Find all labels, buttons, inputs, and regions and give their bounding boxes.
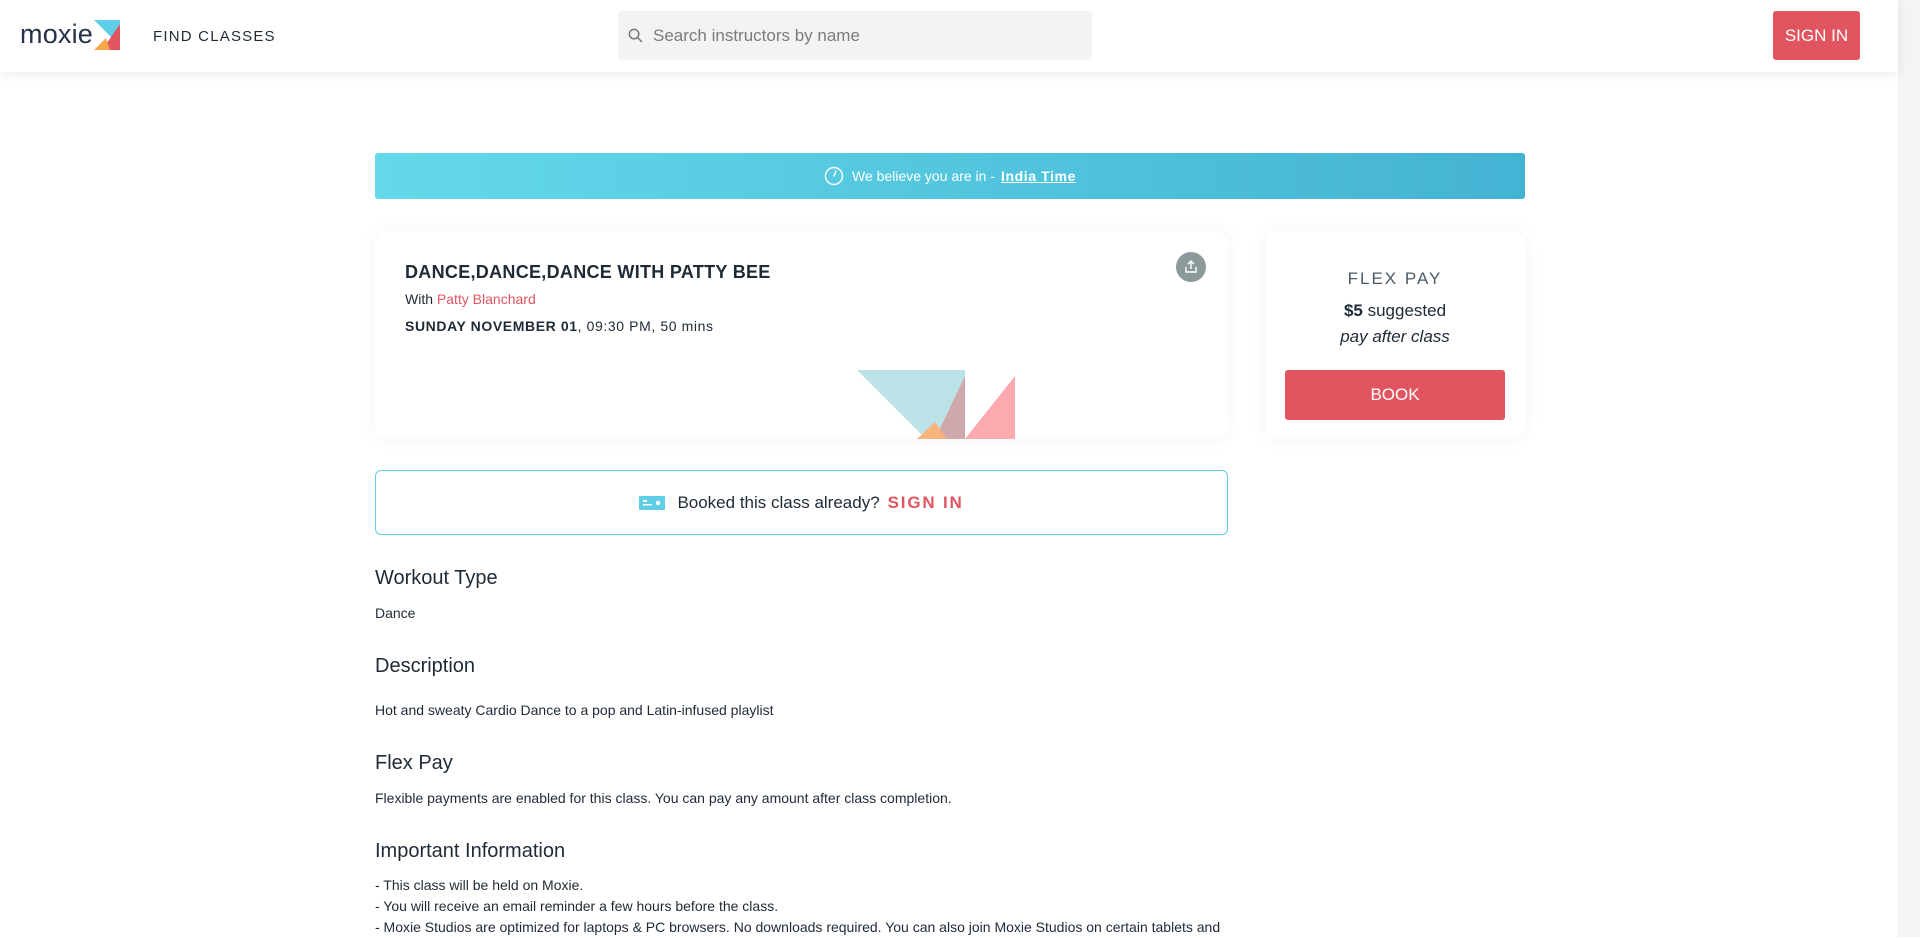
workout-type-value: Dance (375, 605, 416, 621)
moxie-logo[interactable]: moxie (20, 18, 122, 50)
header-signin-button[interactable]: SIGN IN (1773, 11, 1860, 60)
booked-signin-link[interactable]: SIGN IN (888, 493, 964, 513)
flex-pay-text: Flexible payments are enabled for this c… (375, 790, 952, 806)
search-icon (628, 28, 643, 43)
flex-pay-title: FLEX PAY (1347, 269, 1443, 288)
class-decorative-art (857, 370, 1015, 439)
book-button[interactable]: BOOK (1285, 370, 1505, 420)
logo-text: moxie (20, 18, 94, 49)
suggested-amount: $5 suggested (1265, 301, 1525, 321)
class-time: 09:30 PM, 50 mins (586, 318, 714, 334)
booked-already-box: Booked this class already? SIGN IN (375, 470, 1228, 535)
instructor-link[interactable]: Patty Blanchard (437, 291, 536, 307)
description-heading: Description (375, 655, 476, 677)
booked-question: Booked this class already? (677, 492, 880, 512)
important-info-heading: Important Information (375, 840, 566, 862)
timezone-banner: We believe you are in - India Time (375, 153, 1525, 199)
share-button[interactable] (1176, 252, 1206, 282)
important-info-line: - You will receive an email reminder a f… (375, 898, 779, 914)
flex-pay-heading: Flex Pay (375, 752, 453, 774)
class-date: SUNDAY NOVEMBER 01 (405, 318, 578, 334)
class-title: DANCE,DANCE,DANCE WITH PATTY BEE (405, 262, 771, 282)
amount-value: $5 (1343, 301, 1363, 320)
class-datetime: SUNDAY NOVEMBER 01, 09:30 PM, 50 mins (405, 318, 714, 334)
datetime-separator: , (577, 318, 583, 334)
pay-after-text: pay after class (1340, 327, 1450, 346)
logo-mark-icon (94, 20, 121, 50)
class-card: DANCE,DANCE,DANCE WITH PATTY BEE With Pa… (375, 231, 1228, 439)
timezone-text: We believe you are in - (852, 168, 995, 184)
workout-type-heading: Workout Type (375, 567, 498, 589)
scrollbar-track[interactable] (1898, 0, 1920, 937)
share-icon (1185, 260, 1197, 273)
instructor-search[interactable] (618, 11, 1092, 60)
search-input[interactable] (653, 25, 1073, 46)
ticket-icon (639, 495, 666, 511)
description-text: Hot and sweaty Cardio Dance to a pop and… (375, 702, 774, 718)
clock-icon (824, 166, 844, 186)
amount-suffix: suggested (1367, 301, 1447, 320)
important-info-list: - This class will be held on Moxie. - Yo… (375, 875, 1220, 938)
top-header: moxie FIND CLASSES SIGN IN (0, 0, 1898, 72)
flex-pay-card: FLEX PAY $5 suggested pay after class BO… (1265, 231, 1525, 439)
class-instructor-line: With Patty Blanchard (405, 291, 536, 307)
important-info-line: - This class will be held on Moxie. (375, 877, 584, 893)
important-info-line: - Moxie Studios are optimized for laptop… (375, 919, 1221, 935)
timezone-link[interactable]: India Time (1001, 168, 1076, 184)
nav-find-classes[interactable]: FIND CLASSES (153, 28, 276, 45)
with-label: With (405, 291, 433, 307)
